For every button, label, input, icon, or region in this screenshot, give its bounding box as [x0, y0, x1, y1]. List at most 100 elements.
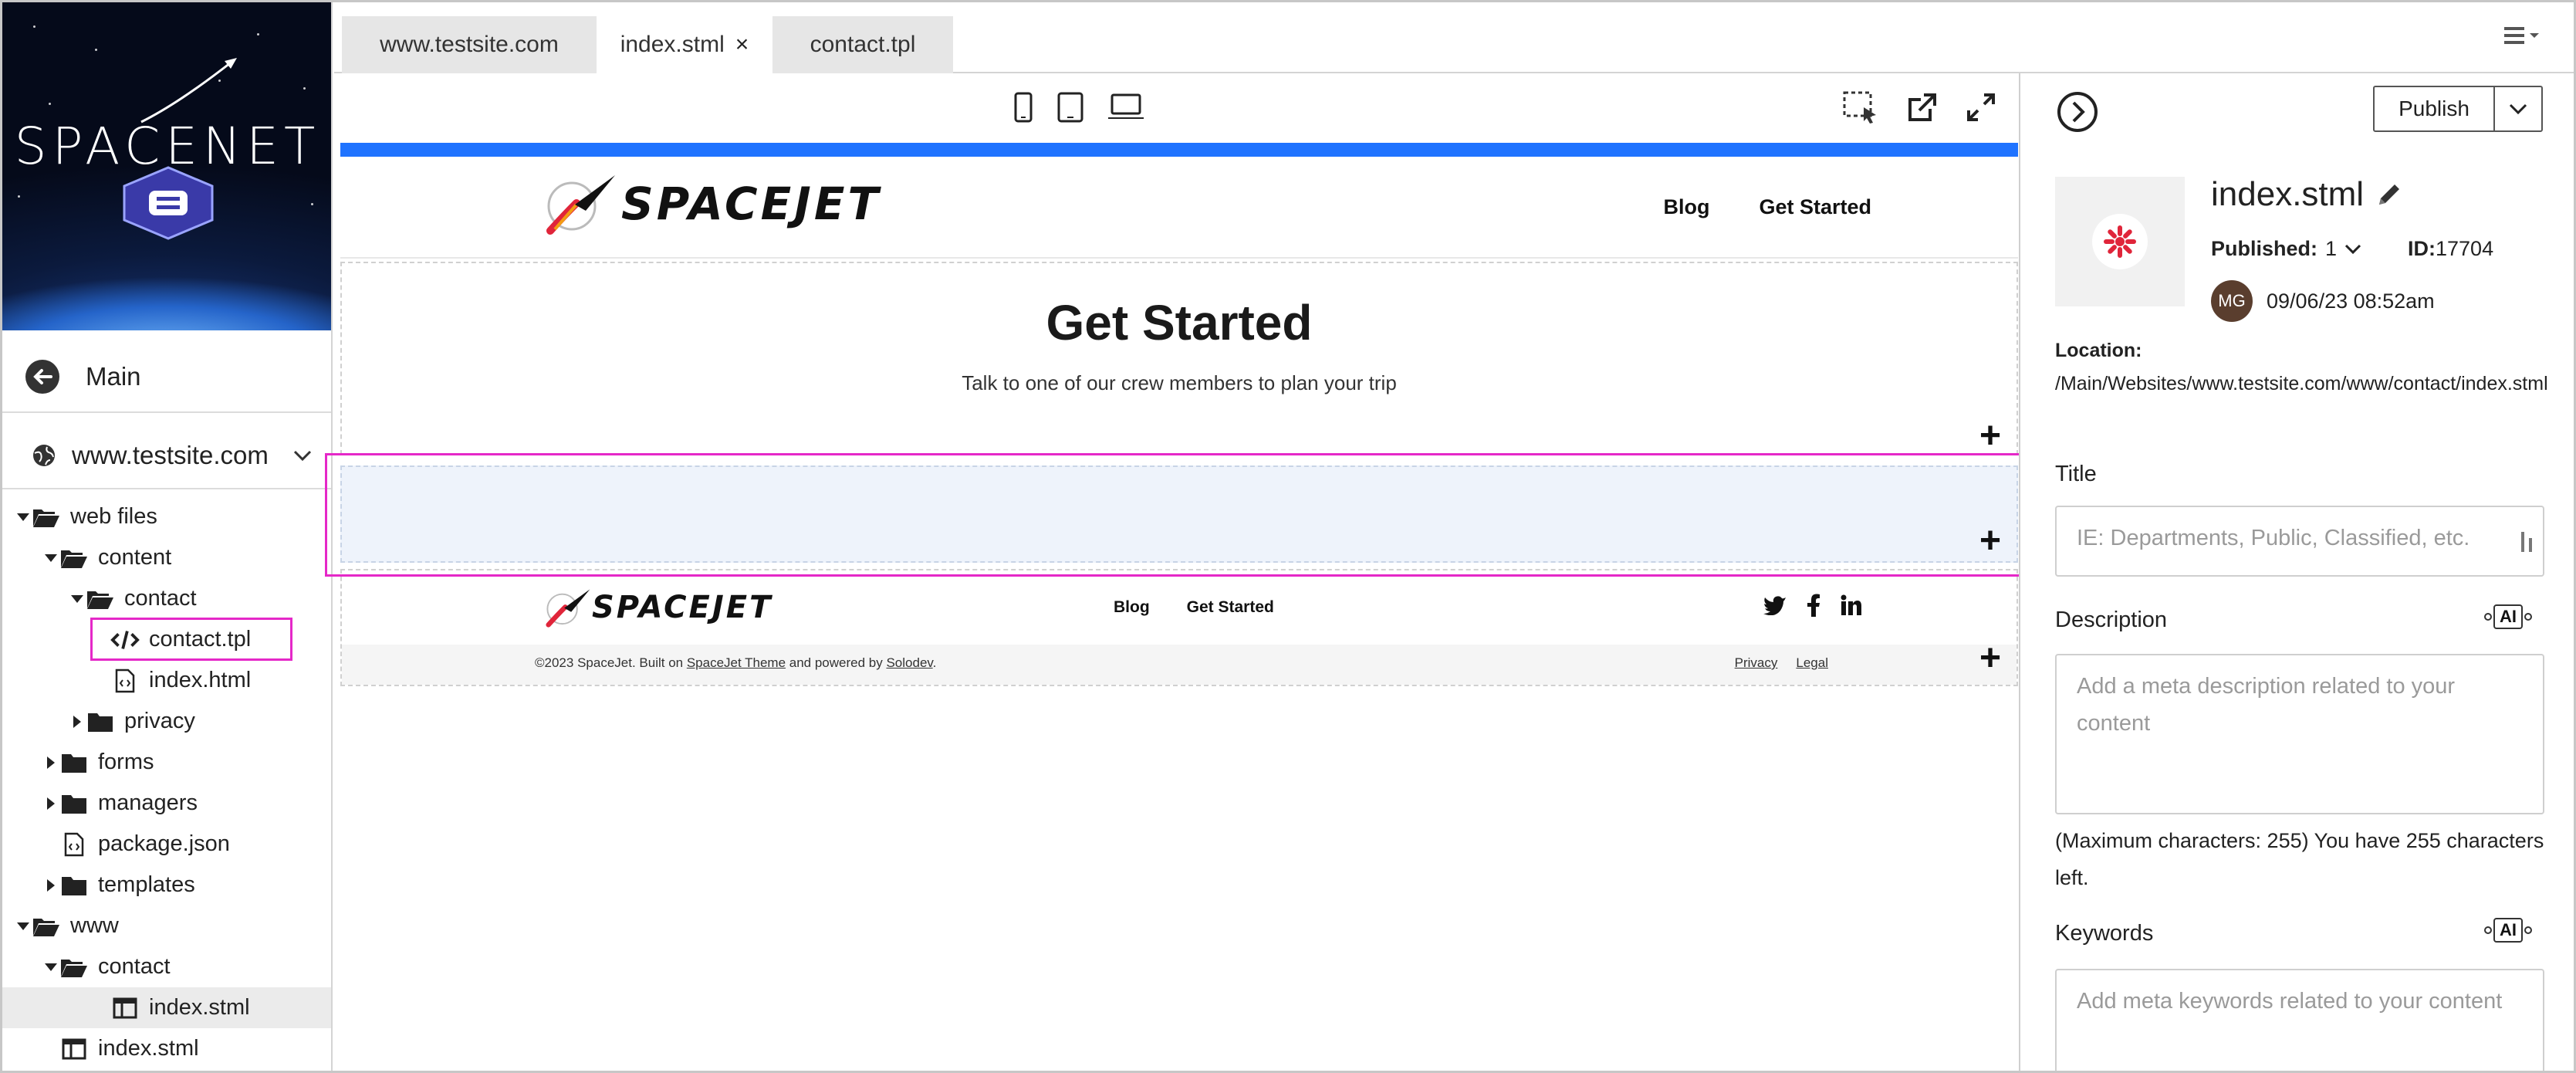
caret-down-icon[interactable] [42, 963, 59, 972]
tree-item[interactable]: contact [2, 946, 331, 987]
site-selector[interactable]: www.testsite.com [2, 423, 331, 489]
select-area-icon[interactable] [1842, 90, 1879, 124]
fullscreen-icon[interactable] [1966, 92, 1996, 123]
page-layout-icon [110, 997, 140, 1019]
tree-item[interactable]: index.stml [2, 1028, 331, 1069]
file-code-icon [110, 669, 140, 693]
tree-item[interactable]: index.html [2, 660, 331, 701]
ai-generate-description-button[interactable]: AI [2483, 604, 2534, 629]
collapse-panel-button[interactable] [2056, 90, 2099, 134]
tree-item-label: web files [70, 504, 157, 529]
folder-icon [59, 752, 89, 773]
caret-right-icon[interactable] [69, 715, 86, 729]
mobile-view-icon[interactable] [1013, 92, 1033, 123]
published-version[interactable]: Published: 1 [2211, 237, 2361, 261]
caret-down-icon[interactable] [69, 594, 86, 604]
copyright-prefix: ©2023 SpaceJet. Built on [535, 655, 687, 670]
tablet-view-icon[interactable] [1056, 92, 1084, 123]
tree-item[interactable]: templates [2, 865, 331, 905]
hero-subtitle: Talk to one of our crew members to plan … [962, 371, 1397, 394]
caret-right-icon[interactable] [42, 756, 59, 770]
twitter-icon[interactable] [1763, 595, 1787, 615]
file-name: index.stml [2211, 175, 2402, 214]
tree-item-label: index.stml [98, 1036, 199, 1061]
modified-timestamp: 09/06/23 08:52am [2267, 289, 2435, 313]
nav-link-blog[interactable]: Blog [1663, 195, 1709, 219]
keywords-field[interactable]: Add meta keywords related to your conten… [2055, 969, 2544, 1071]
back-arrow-icon[interactable] [25, 360, 59, 394]
tree-item-label: privacy [124, 709, 195, 733]
folder-open-icon [59, 547, 89, 569]
close-icon[interactable]: × [735, 32, 749, 58]
nav-link-get-started[interactable]: Get Started [1759, 195, 1871, 219]
privacy-link[interactable]: Privacy [1735, 655, 1778, 671]
add-section-button[interactable]: + [1979, 418, 2001, 455]
site-footer[interactable]: SPACEJET Blog Get Started ©2023 SpaceJet… [340, 569, 2018, 686]
menu-button[interactable] [2504, 24, 2543, 47]
sidebar: SPACENET Main www.testsite.com web files… [2, 2, 333, 1071]
footer-link-blog[interactable]: Blog [1114, 598, 1150, 617]
chevron-down-icon[interactable] [2344, 244, 2361, 255]
file-tree: web files content contact contact.tpl index.… [2, 496, 331, 1069]
tree-item[interactable]: forms [2, 742, 331, 783]
tree-item[interactable]: content [2, 537, 331, 578]
open-external-icon[interactable] [1907, 92, 1938, 123]
chevron-down-icon[interactable] [292, 449, 313, 462]
desktop-view-icon[interactable] [1107, 92, 1144, 123]
ai-generate-keywords-button[interactable]: AI [2483, 918, 2534, 943]
footer-logo-text: SPACEJET [592, 590, 773, 625]
legal-link[interactable]: Legal [1796, 655, 1828, 671]
footer-link-get-started[interactable]: Get Started [1187, 598, 1274, 617]
folder-open-icon [32, 506, 61, 528]
tab-site[interactable]: www.testsite.com [342, 16, 597, 73]
title-field[interactable]: IE: Departments, Public, Classified, etc… [2055, 506, 2544, 577]
description-field[interactable]: Add a meta description related to your c… [2055, 654, 2544, 814]
tree-item-label: forms [98, 750, 154, 774]
site-logo[interactable]: SPACEJET [541, 169, 881, 239]
facebook-icon[interactable] [1807, 594, 1820, 617]
description-placeholder: Add a meta description related to your c… [2077, 674, 2456, 736]
hero-title: Get Started [1046, 295, 1313, 350]
published-label: Published: [2211, 237, 2318, 260]
folder-icon [86, 711, 115, 733]
tree-item[interactable]: package.json [2, 824, 331, 865]
publish-button-group: Publish [2373, 86, 2543, 132]
add-section-button[interactable]: + [1979, 640, 2001, 677]
site-header[interactable]: SPACEJET Blog Get Started [340, 157, 2018, 259]
ai-icon: AI [2493, 918, 2523, 943]
folder-icon [59, 793, 89, 814]
caret-right-icon[interactable] [42, 797, 59, 811]
rocket-logo-icon [134, 56, 242, 126]
folder-open-icon [59, 956, 89, 978]
tree-item[interactable]: index.stml [2, 987, 331, 1028]
page-layout-icon [59, 1038, 89, 1060]
properties-panel: Publish index.stml Published: 1 ID:17704… [2019, 73, 2574, 1071]
location-value: /Main/Websites/www.testsite.com/www/cont… [2055, 373, 2548, 394]
caret-down-icon[interactable] [42, 553, 59, 563]
pencil-icon[interactable] [2376, 181, 2402, 208]
caret-down-icon[interactable] [15, 513, 32, 522]
logo-text: SPACEJET [621, 178, 882, 230]
tree-item[interactable]: www [2, 905, 331, 946]
main-nav-back[interactable]: Main [2, 342, 331, 413]
publish-button[interactable]: Publish [2375, 87, 2495, 130]
tree-item[interactable]: managers [2, 783, 331, 824]
copyright-text: ©2023 SpaceJet. Built on SpaceJet Theme … [535, 655, 936, 671]
footer-logo[interactable]: SPACEJET [543, 584, 772, 631]
footer-nav: Blog Get Started [1114, 598, 1274, 617]
theme-link[interactable]: SpaceJet Theme [687, 655, 786, 670]
hero-section[interactable]: Get Started Talk to one of our crew memb… [340, 262, 2018, 455]
tree-item[interactable]: web files [2, 496, 331, 537]
caret-down-icon[interactable] [15, 922, 32, 931]
linkedin-icon[interactable] [1841, 594, 1862, 616]
hamburger-icon [2504, 24, 2543, 47]
tree-item[interactable]: contact [2, 578, 331, 619]
publish-dropdown-button[interactable] [2495, 87, 2541, 130]
tree-item-label: index.stml [149, 995, 250, 1020]
tab-contact-tpl[interactable]: contact.tpl [772, 16, 953, 73]
keywords-label: Keywords [2055, 921, 2154, 946]
tab-index-stml[interactable]: index.stml × [597, 16, 772, 73]
caret-right-icon[interactable] [42, 878, 59, 892]
vendor-link[interactable]: Solodev [886, 655, 932, 670]
tree-item[interactable]: privacy [2, 701, 331, 742]
